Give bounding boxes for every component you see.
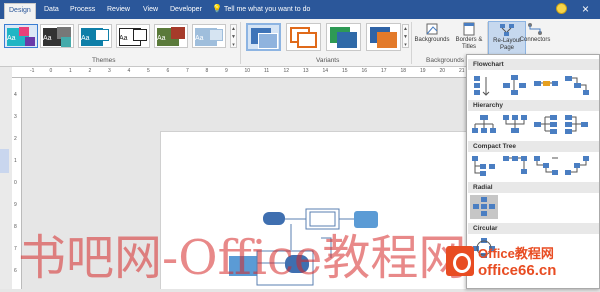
ruler-tick-label: 2 — [14, 136, 17, 142]
ruler-tick-label: 18 — [400, 68, 407, 74]
tab-design[interactable]: Design — [4, 3, 36, 19]
layout-compact-tree-2[interactable] — [501, 154, 529, 178]
ruler-tick-label: 9 — [14, 202, 17, 208]
theme-thumb-4-glyph: Aa — [119, 35, 128, 42]
theme-thumb-1[interactable]: Aa — [4, 24, 38, 48]
section-compact-tree: Compact Tree — [468, 141, 599, 152]
theme-thumb-2-glyph: Aa — [43, 35, 52, 42]
logo-url: office66.cn — [478, 262, 557, 279]
theme-thumb-5[interactable]: Aa — [154, 24, 188, 48]
horizontal-ruler: -1 0 1 2 3 4 5 6 7 8 9 10 11 12 13 14 15 16 17 18 19 20 21 — [12, 67, 466, 78]
backgrounds-icon — [426, 23, 438, 35]
group-separator — [411, 22, 412, 64]
tab-data[interactable]: Data — [40, 3, 63, 19]
ruler-tick-label: 4 — [14, 92, 17, 98]
ruler-tick-label: 10 — [244, 68, 251, 74]
ribbon-tab-bar: Design Data Process Review View Develope… — [0, 0, 600, 19]
ruler-tick-label: 0 — [49, 68, 53, 74]
layout-compact-tree-4[interactable] — [563, 154, 591, 178]
layout-hierarchy-1[interactable] — [470, 113, 498, 137]
themes-gallery-scroll[interactable]: ▲ ▼ ▾ — [230, 24, 237, 48]
backgrounds-button-label: Backgrounds — [414, 37, 450, 43]
ruler-tick-label: 4 — [127, 68, 131, 74]
theme-thumb-3[interactable]: Aa — [78, 24, 112, 48]
variant-thumb-4[interactable] — [366, 23, 401, 51]
theme-thumb-4[interactable]: Aa — [116, 24, 150, 48]
layout-flowchart-3[interactable] — [532, 73, 560, 97]
tab-review[interactable]: Review — [103, 3, 134, 19]
section-circular: Circular — [468, 223, 599, 234]
theme-thumb-6-glyph: Aa — [195, 35, 204, 42]
layout-hierarchy-3[interactable] — [532, 113, 560, 137]
tab-view[interactable]: View — [139, 3, 162, 19]
variants-group-label: Variants — [316, 57, 340, 64]
layout-compact-tree-1[interactable] — [470, 154, 498, 178]
variant-thumb-3[interactable] — [326, 23, 361, 51]
connectors-icon — [528, 23, 542, 35]
ruler-tick-label: 7 — [14, 246, 17, 252]
ruler-tick-label: 13 — [303, 68, 309, 74]
watermark-text: 书吧网-Office教程网 — [18, 230, 467, 286]
ruler-tick-label: 6 — [166, 68, 170, 74]
ruler-tick-label: 1 — [69, 68, 72, 74]
connectors-button-label: Connectors — [519, 37, 551, 43]
borders-titles-icon — [463, 22, 475, 36]
ruler-tick-label: 21 — [459, 68, 465, 74]
theme-thumb-6[interactable]: Aa — [192, 24, 226, 48]
ruler-tick-label: 7 — [186, 68, 189, 74]
office-logo-icon — [446, 246, 474, 276]
tab-process[interactable]: Process — [66, 3, 99, 19]
ruler-tick-label: 9 — [225, 68, 228, 74]
ruler-tick-label: 6 — [14, 268, 17, 274]
ruler-tick-label: -1 — [30, 68, 35, 74]
ruler-tick-label: 8 — [14, 224, 17, 230]
backgrounds-group-label: Backgrounds — [426, 57, 464, 64]
re-layout-icon — [500, 24, 514, 36]
ruler-tick-label: 5 — [147, 68, 150, 74]
layout-hierarchy-4[interactable] — [563, 113, 591, 137]
ruler-tick-label: 1 — [14, 158, 17, 164]
left-gutter — [0, 67, 12, 289]
ruler-tick-label: 11 — [264, 68, 270, 74]
ruler-tick-label: 3 — [108, 68, 111, 74]
layout-flowchart-4[interactable] — [563, 73, 591, 97]
layout-flowchart-1[interactable] — [470, 73, 498, 97]
section-hierarchy: Hierarchy — [468, 100, 599, 111]
tell-me-search[interactable]: Tell me what you want to do — [224, 3, 310, 17]
borders-titles-button-label: Borders & Titles — [455, 37, 483, 50]
ruler-tick-label: 3 — [14, 114, 17, 120]
vertical-scroll-thumb[interactable] — [0, 149, 9, 173]
theme-thumb-2[interactable]: Aa — [40, 24, 74, 48]
variant-thumb-2[interactable] — [286, 23, 321, 51]
section-flowchart: Flowchart — [468, 59, 599, 70]
theme-thumb-5-glyph: Aa — [157, 35, 166, 42]
ruler-tick-label: 14 — [322, 68, 329, 74]
feedback-smiley-icon[interactable] — [556, 3, 567, 14]
logo-title: Office教程网 — [478, 246, 554, 261]
tab-developer[interactable]: Developer — [166, 3, 206, 19]
layout-compact-tree-3[interactable] — [532, 154, 560, 178]
ruler-tick-label: 19 — [420, 68, 426, 74]
variant-thumb-1[interactable] — [246, 23, 281, 51]
layout-flowchart-2[interactable] — [501, 73, 529, 97]
layout-radial-1[interactable] — [470, 195, 498, 219]
layout-hierarchy-2[interactable] — [501, 113, 529, 137]
ruler-tick-label: 12 — [283, 68, 290, 74]
ruler-tick-label: 0 — [14, 180, 17, 186]
ruler-tick-label: 16 — [361, 68, 368, 74]
ruler-tick-label: 15 — [342, 68, 348, 74]
ruler-tick-label: 20 — [439, 68, 446, 74]
ruler-tick-label: 8 — [205, 68, 209, 74]
theme-thumb-3-glyph: Aa — [81, 35, 90, 42]
ruler-tick-label: 2 — [88, 68, 92, 74]
close-icon[interactable]: × — [582, 1, 589, 17]
themes-group-label: Themes — [92, 57, 116, 64]
section-radial: Radial — [468, 182, 599, 193]
variants-gallery-scroll[interactable]: ▲ ▼ ▾ — [402, 24, 409, 48]
group-separator — [240, 22, 241, 64]
ruler-tick-label: 17 — [381, 68, 387, 74]
lightbulb-icon: 💡 — [212, 4, 222, 13]
theme-thumb-1-glyph: Aa — [7, 35, 16, 42]
